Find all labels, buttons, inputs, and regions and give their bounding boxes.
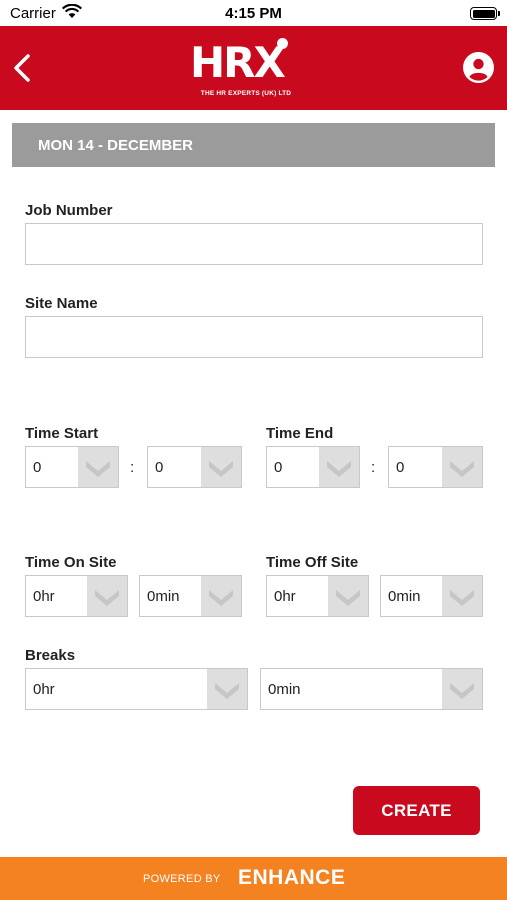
logo-figure-icon xyxy=(277,38,288,49)
date-label: MON 14 - DECEMBER xyxy=(38,137,194,154)
time-off-site-hours-select[interactable]: 0hr xyxy=(266,575,369,617)
user-circle-icon xyxy=(463,52,494,83)
job-number-label: Job Number xyxy=(25,202,113,219)
profile-button[interactable] xyxy=(463,52,494,83)
site-name-input[interactable] xyxy=(25,316,483,358)
chevron-down-icon xyxy=(201,576,241,616)
breaks-label: Breaks xyxy=(25,647,76,664)
select-value: 0hr xyxy=(274,588,296,605)
status-bar: Carrier 4:15 PM xyxy=(0,0,507,26)
battery-icon xyxy=(470,7,500,20)
select-value: 0 xyxy=(33,459,42,476)
job-number-input[interactable] xyxy=(25,223,483,265)
chevron-down-icon xyxy=(442,447,482,487)
time-end-label: Time End xyxy=(266,425,334,442)
select-value: 0min xyxy=(268,681,301,698)
time-separator: : xyxy=(130,459,135,476)
time-on-site-label: Time On Site xyxy=(25,554,117,571)
breaks-minutes-select[interactable]: 0min xyxy=(260,668,483,710)
chevron-down-icon xyxy=(442,669,482,709)
chevron-down-icon xyxy=(442,576,482,616)
powered-by-label: POWERED BY xyxy=(143,873,221,885)
time-separator: : xyxy=(371,459,376,476)
logo-subtitle: THE HR EXPERTS (UK) LTD xyxy=(200,90,292,97)
back-button[interactable] xyxy=(8,48,38,88)
enhance-logo: ENHANCE xyxy=(238,866,346,889)
chevron-down-icon xyxy=(207,669,247,709)
create-button[interactable]: CREATE xyxy=(353,786,480,835)
chevron-down-icon xyxy=(87,576,127,616)
chevron-left-icon xyxy=(14,54,30,82)
site-name-label: Site Name xyxy=(25,295,98,312)
time-start-minutes-select[interactable]: 0 xyxy=(147,446,242,488)
chevron-down-icon xyxy=(201,447,241,487)
select-value: 0 xyxy=(274,459,283,476)
chevron-down-icon xyxy=(78,447,118,487)
time-start-hours-select[interactable]: 0 xyxy=(25,446,119,488)
breaks-hours-select[interactable]: 0hr xyxy=(25,668,248,710)
select-value: 0 xyxy=(155,459,164,476)
chevron-down-icon xyxy=(319,447,359,487)
select-value: 0hr xyxy=(33,588,55,605)
app-header: HRX THE HR EXPERTS (UK) LTD xyxy=(0,26,507,110)
logo-text: HRX xyxy=(190,38,286,87)
time-end-minutes-select[interactable]: 0 xyxy=(388,446,483,488)
chevron-down-icon xyxy=(328,576,368,616)
select-value: 0hr xyxy=(33,681,55,698)
date-bar: MON 14 - DECEMBER xyxy=(12,123,495,167)
hrx-logo: HRX THE HR EXPERTS (UK) LTD xyxy=(190,36,302,100)
time-on-site-hours-select[interactable]: 0hr xyxy=(25,575,128,617)
time-on-site-minutes-select[interactable]: 0min xyxy=(139,575,242,617)
footer-banner: POWERED BY ENHANCE xyxy=(0,857,507,900)
time-start-label: Time Start xyxy=(25,425,99,442)
select-value: 0min xyxy=(388,588,421,605)
time-off-site-label: Time Off Site xyxy=(266,554,359,571)
time-end-hours-select[interactable]: 0 xyxy=(266,446,360,488)
time-off-site-minutes-select[interactable]: 0min xyxy=(380,575,483,617)
select-value: 0 xyxy=(396,459,405,476)
select-value: 0min xyxy=(147,588,180,605)
clock: 4:15 PM xyxy=(225,5,282,22)
